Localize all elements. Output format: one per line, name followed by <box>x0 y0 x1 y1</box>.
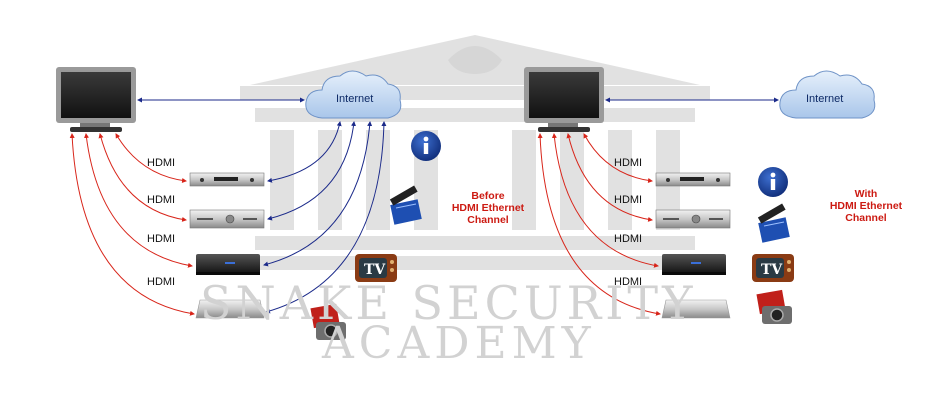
caption-before-line2: HDMI Ethernet <box>451 202 525 214</box>
caption-with-line1: With <box>854 188 878 200</box>
hdmi-label-right-3: HDMI <box>614 233 643 245</box>
clapperboard-icon-right <box>757 203 790 243</box>
bluray-player-left <box>189 172 265 187</box>
av-receiver-left <box>189 209 265 229</box>
media-box-right <box>662 254 726 275</box>
hdmi-label-left-1: HDMI <box>147 157 176 169</box>
caption-before-line3: Channel <box>467 214 509 226</box>
tv-icon-text-right: TV <box>761 262 783 278</box>
internet-label-left: Internet <box>336 93 374 105</box>
caption-with-line2: HDMI Ethernet <box>829 200 903 212</box>
caption-before-line1: Before <box>471 190 505 202</box>
hdmi-label-right-4: HDMI <box>614 276 643 288</box>
caption-with-line3: Channel <box>845 212 887 224</box>
retro-tv-icon-right: TV <box>752 254 794 282</box>
info-icon-right <box>758 167 788 197</box>
caption-with: With HDMI Ethernet Channel <box>816 188 916 224</box>
caption-before: Before HDMI Ethernet Channel <box>438 190 538 226</box>
hdmi-label-left-3: HDMI <box>147 233 176 245</box>
hdmi-label-right-1: HDMI <box>614 157 643 169</box>
watermark-line2: ACADEMY <box>322 318 596 369</box>
info-icon <box>411 131 441 161</box>
internet-label-right: Internet <box>806 93 844 105</box>
media-box-left <box>196 254 260 275</box>
hdmi-label-left-4: HDMI <box>147 276 176 288</box>
av-receiver-right <box>655 209 731 229</box>
hdmi-label-right-2: HDMI <box>614 194 643 206</box>
tv-left <box>56 67 136 132</box>
hdmi-label-left-2: HDMI <box>147 194 176 206</box>
camera-photo-icon-right <box>756 289 792 324</box>
bluray-player-right <box>655 172 731 187</box>
clapperboard-icon <box>389 185 422 225</box>
hdmi-links-left <box>69 133 195 316</box>
tv-right <box>524 67 604 132</box>
